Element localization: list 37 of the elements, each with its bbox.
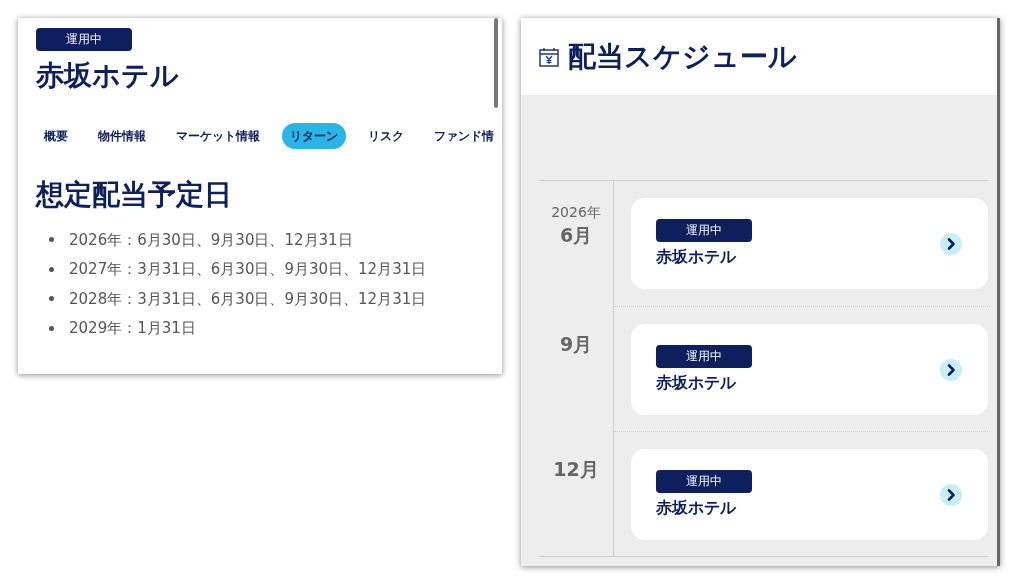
property-card[interactable]: 運用中 赤坂ホテル [631,198,988,289]
tab[interactable]: 物件情報 [90,123,154,149]
property-name: 赤坂ホテル [656,247,736,268]
section-heading: 想定配当予定日 [36,177,233,213]
month-label: 6月 [559,223,593,248]
status-badge: 運用中 [656,219,752,242]
status-badge: 運用中 [36,28,132,51]
scrollbar[interactable] [494,18,498,108]
date-list-item: 2028年：3月31日、6月30日、9月30日、12月31日 [69,288,427,310]
bullet-dot [49,296,54,302]
chevron-right-icon[interactable] [940,232,962,255]
tab[interactable]: ファンド情 [426,123,502,149]
property-card[interactable]: 運用中 赤坂ホテル [631,449,988,540]
tab[interactable]: リターン [282,123,346,149]
status-badge: 運用中 [656,470,752,493]
date-list-item: 2027年：3月31日、6月30日、9月30日、12月31日 [69,259,427,281]
property-card[interactable]: 運用中 赤坂ホテル [631,324,988,415]
status-badge: 運用中 [656,345,752,368]
chevron-right-icon[interactable] [940,483,962,506]
bullet-dot [49,266,54,272]
bullet-dot [49,237,54,243]
schedule-title: 配当スケジュール [568,38,797,75]
property-name: 赤坂ホテル [656,498,736,519]
chevron-right-icon[interactable] [940,358,962,381]
year-label: 2026年 [551,203,601,221]
scrollbar[interactable] [997,18,1000,566]
date-list-item: 2026年：6月30日、9月30日、12月31日 [69,229,353,251]
month-label: 9月 [559,332,593,357]
date-list-item: 2029年：1月31日 [69,318,196,340]
property-title: 赤坂ホテル [36,58,180,94]
calendar-yen-icon [538,45,560,68]
tab[interactable]: リスク [360,123,412,149]
tab[interactable]: 概要 [36,123,76,149]
tab[interactable]: マーケット情報 [168,123,268,149]
bullet-dot [49,325,54,331]
month-label: 12月 [553,457,599,482]
property-name: 赤坂ホテル [656,373,736,394]
